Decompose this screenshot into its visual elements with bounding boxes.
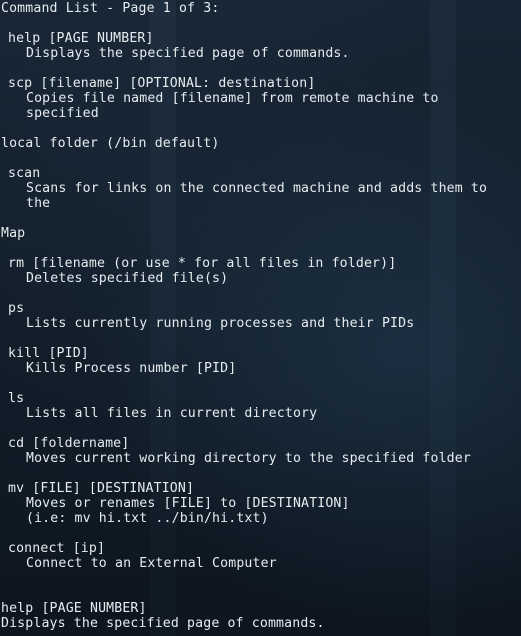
- command-kill-description: Kills Process number [PID]: [26, 361, 237, 376]
- command-ps-description: Lists currently running processes and th…: [26, 316, 415, 331]
- command-scan: scan: [8, 166, 41, 181]
- command-mv: mv [FILE] [DESTINATION]: [8, 481, 195, 496]
- command-connect: connect [ip]: [8, 541, 106, 556]
- command-ls: ls: [8, 391, 25, 406]
- command-scan-description-wrap: Map: [1, 226, 26, 241]
- command-rm: rm [filename (or use * for all files in …: [8, 256, 397, 271]
- command-ls-description: Lists all files in current directory: [26, 406, 318, 421]
- command-scp: scp [filename] [OPTIONAL: destination]: [8, 76, 316, 91]
- command-cd-description: Moves current working directory to the s…: [26, 451, 471, 466]
- command-cd: cd [foldername]: [8, 436, 130, 451]
- command-mv-example: (i.e: mv hi.txt ../bin/hi.txt): [26, 511, 269, 526]
- command-mv-description: Moves or renames [FILE] to [DESTINATION]: [26, 496, 350, 511]
- command-scp-description-wrap: local folder (/bin default): [1, 136, 220, 151]
- command-scan-description-cont: the: [26, 196, 51, 211]
- terminal-output: Command List - Page 1 of 3: help [PAGE N…: [0, 0, 521, 636]
- footer-help-description: Displays the specified page of commands.: [1, 616, 325, 631]
- command-help-description: Displays the specified page of commands.: [26, 46, 350, 61]
- command-scp-description: Copies file named [filename] from remote…: [26, 91, 439, 106]
- command-list-header: Command List - Page 1 of 3:: [1, 1, 220, 16]
- command-scan-description: Scans for links on the connected machine…: [26, 181, 488, 196]
- footer-help-command: help [PAGE NUMBER]: [1, 601, 147, 616]
- command-scp-description-cont: specified: [26, 106, 99, 121]
- command-help: help [PAGE NUMBER]: [8, 31, 154, 46]
- command-connect-description: Connect to an External Computer: [26, 556, 277, 571]
- command-kill: kill [PID]: [8, 346, 89, 361]
- command-rm-description: Deletes specified file(s): [26, 271, 229, 286]
- command-ps: ps: [8, 301, 25, 316]
